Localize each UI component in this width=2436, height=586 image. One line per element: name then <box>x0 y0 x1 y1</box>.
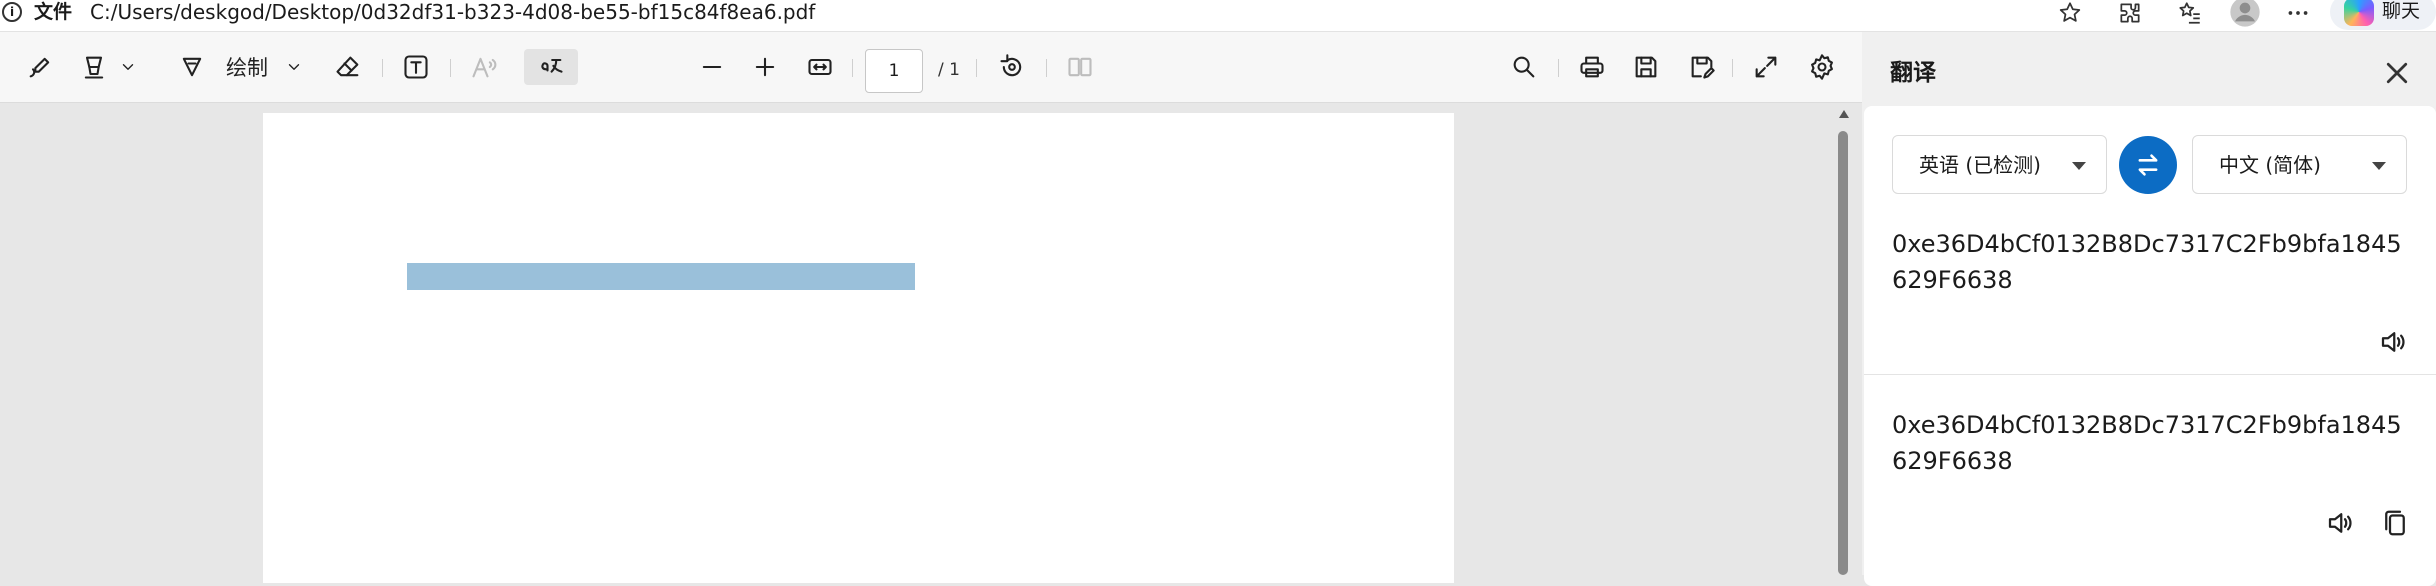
speaker-icon[interactable] <box>2324 508 2356 538</box>
page-view-icon[interactable] <box>1062 49 1098 85</box>
close-icon[interactable] <box>2382 58 2412 88</box>
chat-label: 聊天 <box>2382 0 2421 22</box>
pdf-toolbar: 绘制 1 / 1 <box>0 32 1862 103</box>
swap-languages-button[interactable] <box>2119 136 2177 194</box>
rotate-icon[interactable] <box>994 49 1030 85</box>
toolbar-separator <box>852 59 853 77</box>
eraser-icon[interactable] <box>330 49 366 85</box>
favorite-star-icon[interactable] <box>2056 0 2084 26</box>
source-text[interactable]: 0xe36D4bCf0132B8Dc7317C2Fb9bfa1845629F66… <box>1892 226 2412 298</box>
highlight-dropdown-chevron-icon[interactable] <box>114 49 142 85</box>
zoom-out-icon[interactable] <box>694 49 730 85</box>
source-language-select[interactable]: 英语 (已检测) <box>1892 135 2107 194</box>
source-language-label: 英语 (已检测) <box>1919 153 2041 177</box>
scrollbar-thumb[interactable] <box>1838 131 1848 575</box>
toolbar-separator <box>1732 59 1733 77</box>
pdf-document-area <box>0 104 1862 583</box>
copilot-chat-button[interactable]: 聊天 <box>2330 0 2436 30</box>
draw-icon[interactable] <box>174 49 210 85</box>
fullscreen-icon[interactable] <box>1748 49 1784 85</box>
copy-icon[interactable] <box>2379 508 2411 538</box>
settings-gear-icon[interactable] <box>1804 49 1840 85</box>
toolbar-separator <box>450 59 451 77</box>
address-bar: i 文件 C:/Users/deskgod/Desktop/0d32df31-b… <box>0 0 2436 32</box>
panel-title: 翻译 <box>1890 60 1936 86</box>
url-text[interactable]: C:/Users/deskgod/Desktop/0d32df31-b323-4… <box>90 0 815 24</box>
save-as-icon[interactable] <box>1684 49 1720 85</box>
document-scrollbar[interactable] <box>1836 104 1851 575</box>
toolbar-separator <box>1046 59 1047 77</box>
translate-card: 英语 (已检测) 中文 (简体) 0xe36D4bCf0132B8Dc7317C… <box>1864 106 2436 586</box>
page-total: / 1 <box>938 60 960 80</box>
translated-text[interactable]: 0xe36D4bCf0132B8Dc7317C2Fb9bfa1845629F66… <box>1892 407 2412 479</box>
translate-panel: 翻译 英语 (已检测) 中文 (简体) 0xe36D4bCf0132B8Dc73… <box>1862 32 2436 586</box>
favorites-list-icon[interactable] <box>2176 0 2204 26</box>
toolbar-separator <box>1558 59 1559 77</box>
scroll-up-arrow-icon[interactable] <box>1839 110 1849 118</box>
target-language-label: 中文 (简体) <box>2219 153 2321 177</box>
zoom-in-icon[interactable] <box>747 49 783 85</box>
panel-divider <box>1864 374 2436 375</box>
pdf-page[interactable] <box>263 113 1454 583</box>
swap-icon <box>2138 154 2158 176</box>
file-label: 文件 <box>34 1 73 23</box>
extensions-icon[interactable] <box>2116 0 2144 26</box>
speaker-icon[interactable] <box>2377 327 2409 357</box>
read-aloud-icon[interactable] <box>466 49 502 85</box>
highlight-icon[interactable] <box>76 49 112 85</box>
draw-label[interactable]: 绘制 <box>222 49 272 85</box>
fit-width-icon[interactable] <box>802 49 838 85</box>
ink-icon[interactable] <box>22 49 58 85</box>
text-highlight-selection[interactable] <box>407 263 915 290</box>
dropdown-caret-icon <box>2372 162 2386 170</box>
more-menu-icon[interactable] <box>2284 0 2312 26</box>
dropdown-caret-icon <box>2072 162 2086 170</box>
copilot-icon <box>2344 0 2374 26</box>
profile-avatar-icon[interactable] <box>2228 0 2262 28</box>
add-text-icon[interactable] <box>398 49 434 85</box>
toolbar-separator <box>976 59 977 77</box>
search-icon[interactable] <box>1506 49 1542 85</box>
target-language-select[interactable]: 中文 (简体) <box>2192 135 2407 194</box>
translate-icon[interactable] <box>524 49 578 85</box>
draw-dropdown-chevron-icon[interactable] <box>280 49 308 85</box>
toolbar-separator <box>382 59 383 77</box>
print-icon[interactable] <box>1574 49 1610 85</box>
info-icon[interactable]: i <box>2 2 22 22</box>
page-number-input[interactable]: 1 <box>865 49 923 93</box>
save-icon[interactable] <box>1628 49 1664 85</box>
